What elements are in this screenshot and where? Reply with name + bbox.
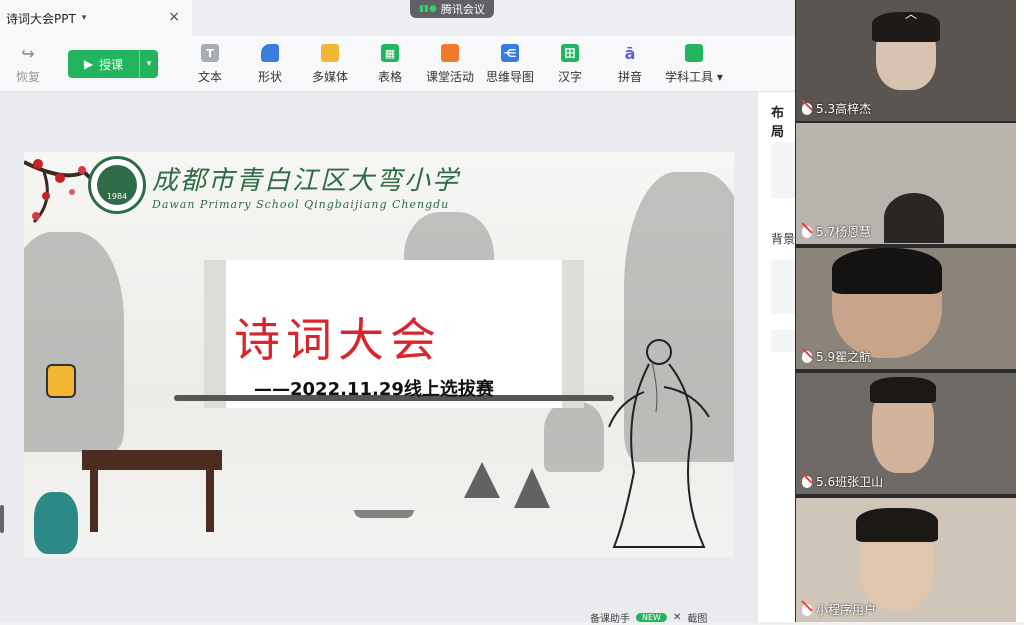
close-icon[interactable]: ×	[168, 9, 180, 25]
poet-figure-decoration	[608, 339, 710, 548]
vase-decoration	[34, 492, 78, 554]
tab-title: 诗词大会PPT	[6, 11, 76, 26]
chevron-down-icon[interactable]: ▾	[82, 13, 87, 23]
slide-subtitle: ——2022.11.29线上选拔赛	[254, 379, 494, 400]
hair	[870, 377, 936, 403]
desk-leg	[90, 468, 98, 532]
mic-muted-icon	[802, 350, 812, 363]
assistant-badge: NEW	[636, 612, 667, 622]
school-name-english: Dawan Primary School Qingbaijiang Chengd…	[152, 198, 450, 211]
background-heading: 背景	[771, 232, 796, 246]
tool-label: 课堂活动	[425, 70, 474, 84]
tool-label: 学科工具 ▾	[665, 70, 723, 84]
participant-tile[interactable]: 小程序用户	[796, 498, 1016, 622]
rowboat-decoration	[354, 510, 414, 518]
mountain-decoration	[24, 232, 124, 452]
start-class-label: 授课	[99, 57, 124, 72]
close-icon[interactable]: ✕	[673, 612, 681, 623]
mic-muted-icon	[802, 102, 812, 115]
tool-shape-button[interactable]: 形状	[242, 44, 298, 85]
mic-muted-icon	[802, 225, 812, 238]
hanzi-icon: 田	[561, 44, 579, 62]
redo-button[interactable]: ↪ 恢复	[0, 44, 56, 85]
mountain-decoration	[544, 402, 604, 472]
play-icon: ▶	[83, 57, 94, 71]
tool-label: 思维导图	[485, 70, 534, 84]
tool-media-button[interactable]: 多媒体	[302, 44, 358, 85]
redo-label: 恢复	[15, 70, 40, 84]
tab-bar: 诗词大会PPT ▾ × ▮▮● 腾讯会议	[0, 0, 795, 36]
tool-table-button[interactable]: ▦ 表格	[362, 44, 418, 85]
screenshot-button[interactable]: 截图	[687, 610, 707, 625]
school-logo: 1984	[88, 156, 146, 214]
school-name: 成都市青白江区大弯小学	[152, 166, 461, 196]
tool-pinyin-button[interactable]: ā 拼音	[602, 44, 658, 85]
subject-tools-icon	[685, 44, 703, 62]
shape-icon	[261, 44, 279, 62]
hair	[856, 508, 938, 542]
signal-icon: ▮▮●	[419, 4, 437, 14]
tool-text-button[interactable]: T 文本	[182, 44, 238, 85]
slide-title: 诗词大会	[234, 313, 442, 367]
desk-decoration	[82, 450, 222, 470]
participant-name: 5.3高梓杰	[802, 100, 871, 117]
tool-label: 文本	[197, 70, 222, 84]
status-bar: 备课助手 NEW ✕ 截图	[590, 610, 795, 625]
video-feed	[884, 193, 944, 243]
participant-name: 5.7杨恩慧	[802, 223, 871, 240]
chevron-down-icon[interactable]: ▾	[140, 59, 158, 69]
start-class-button[interactable]: ▶ 授课 ▾	[68, 50, 158, 78]
ppt-editor: 诗词大会PPT ▾ × ▮▮● 腾讯会议 ↪ 恢复 T 文本 形状 多媒体 ▦ …	[0, 0, 801, 625]
right-edge-panel	[1016, 0, 1024, 622]
tool-activity-button[interactable]: 课堂活动	[422, 44, 478, 85]
mic-muted-icon	[802, 475, 812, 488]
participant-name: 5.9瞿之航	[802, 348, 871, 365]
tool-mindmap-button[interactable]: ⋲ 思维导图	[482, 44, 538, 85]
media-icon	[321, 44, 339, 62]
text-icon: T	[201, 44, 219, 62]
properties-panel: 布局 背景	[757, 92, 801, 622]
participant-tile[interactable]: 5.7杨恩慧	[796, 123, 1016, 244]
participant-tile[interactable]: 5.6班张卫山	[796, 373, 1016, 494]
pinyin-icon: ā	[624, 43, 636, 63]
activity-icon	[441, 44, 459, 62]
mindmap-icon: ⋲	[501, 44, 519, 62]
redo-icon: ↪	[21, 43, 35, 63]
layout-heading: 布局	[771, 106, 785, 140]
tool-label: 拼音	[617, 70, 642, 84]
hair	[832, 248, 942, 294]
slide-preview[interactable]: 1984 成都市青白江区大弯小学 Dawan Primary School Qi…	[24, 152, 734, 557]
mic-muted-icon	[802, 603, 812, 616]
chevron-up-icon[interactable]: ︿	[905, 5, 917, 22]
table-icon: ▦	[381, 44, 399, 62]
tool-label: 表格	[377, 70, 402, 84]
tool-label: 汉字	[557, 70, 582, 84]
assistant-link[interactable]: 备课助手	[590, 610, 630, 625]
logo-year: 1984	[97, 165, 137, 205]
desk-leg	[206, 468, 214, 532]
participant-name: 小程序用户	[802, 601, 876, 618]
sailboat-decoration	[514, 468, 550, 508]
panel-resize-handle[interactable]	[0, 505, 4, 533]
lantern-decoration	[46, 364, 76, 398]
meeting-label: 腾讯会议	[440, 3, 485, 16]
sailboat-decoration	[464, 462, 500, 498]
meeting-indicator[interactable]: ▮▮● 腾讯会议	[410, 0, 494, 18]
participant-panel: 5.3高梓杰 5.7杨恩慧 5.9瞿之航 5.6班张卫山 小程序用户	[795, 0, 1024, 622]
participant-name: 5.6班张卫山	[802, 473, 883, 490]
tool-hanzi-button[interactable]: 田 汉字	[542, 44, 598, 85]
participant-tile[interactable]: 5.9瞿之航	[796, 248, 1016, 369]
document-tab[interactable]: 诗词大会PPT ▾ ×	[0, 0, 192, 36]
tool-label: 多媒体	[311, 70, 348, 84]
tool-subject-button[interactable]: 学科工具 ▾	[662, 44, 726, 85]
start-class-main[interactable]: ▶ 授课	[68, 50, 140, 78]
tool-label: 形状	[257, 70, 282, 84]
